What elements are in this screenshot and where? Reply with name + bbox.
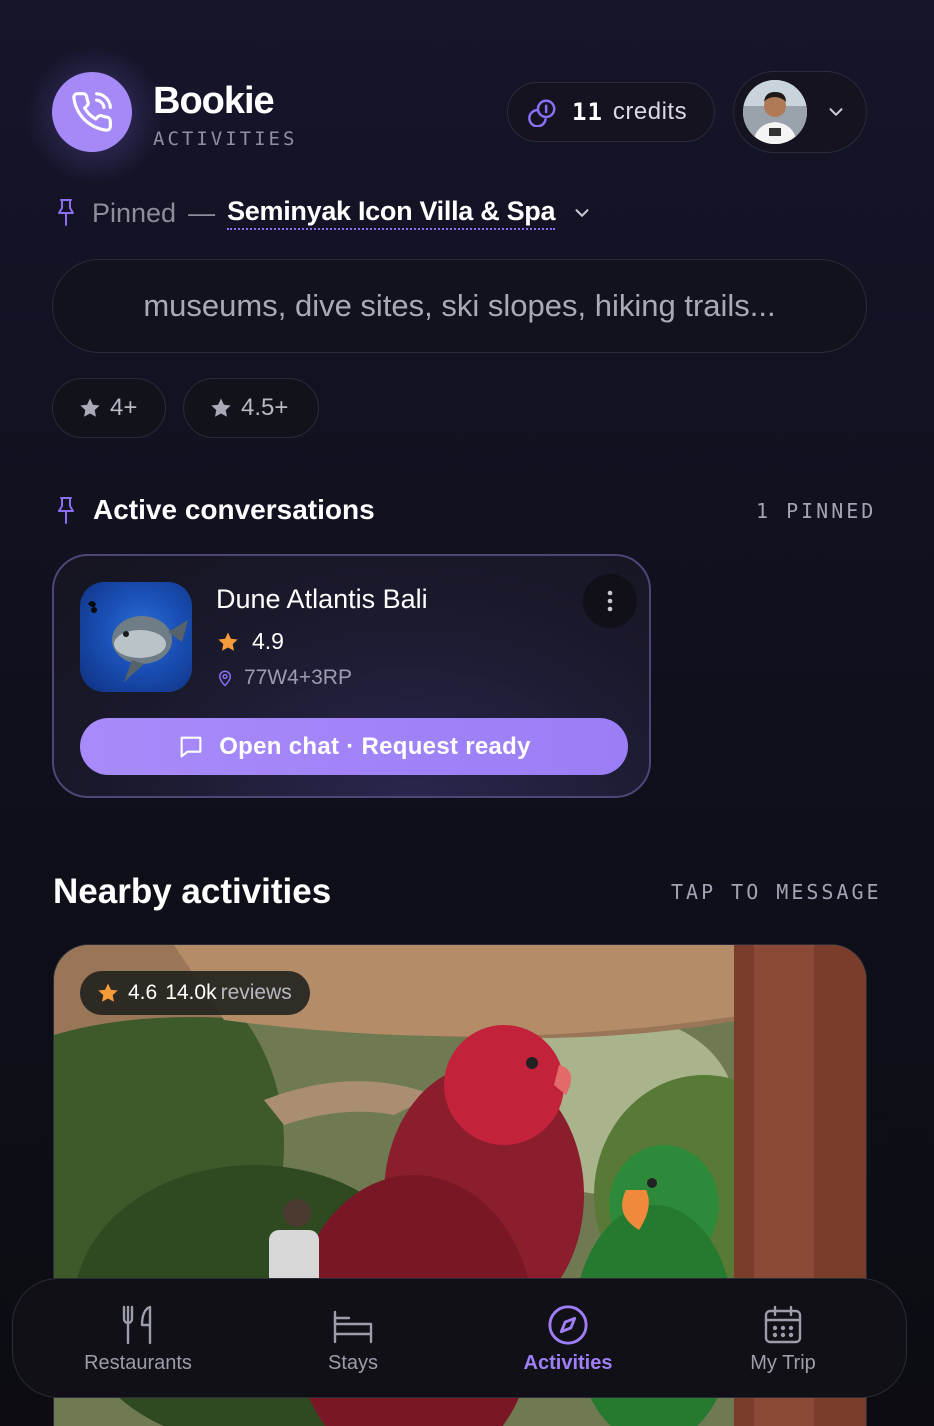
chevron-down-icon (829, 108, 843, 116)
profile-menu-button[interactable] (733, 71, 867, 153)
pinned-dash: — (188, 197, 216, 228)
tab-restaurants[interactable]: Restaurants (28, 1279, 248, 1399)
open-chat-button[interactable]: Open chat · Request ready (80, 718, 628, 775)
bottom-tab-bar: Restaurants Stays Activities My Trip (12, 1278, 907, 1398)
tab-activities[interactable]: Activities (458, 1279, 678, 1399)
star-icon (218, 632, 238, 651)
pinned-hotel-selector[interactable]: Pinned — Seminyak Icon Villa & Spa (54, 196, 593, 230)
rating-value: 4.9 (252, 628, 284, 654)
credits-count: 11 (572, 98, 603, 126)
star-icon (98, 983, 118, 1002)
pin-icon (58, 199, 74, 226)
conversation-rating: 4.9 (216, 628, 284, 655)
tab-my-trip[interactable]: My Trip (673, 1279, 893, 1399)
nearby-activities-title: Nearby activities (53, 872, 332, 911)
pinned-hotel-name[interactable]: Seminyak Icon Villa & Spa (227, 196, 556, 230)
tab-label: Activities (523, 1351, 613, 1374)
tab-stays[interactable]: Stays (243, 1279, 463, 1399)
brand: Bookie ACTIVITIES (153, 80, 297, 150)
tab-label: My Trip (750, 1351, 816, 1374)
filter-label: 4+ (110, 394, 138, 421)
more-vertical-icon (607, 590, 613, 612)
app-logo[interactable] (52, 72, 132, 152)
active-conversations-title: Active conversations (93, 494, 375, 525)
rating-badge: 4.6 14.0k reviews (80, 971, 310, 1015)
credits-button[interactable]: 11 credits (507, 82, 715, 142)
chat-bubble-icon (180, 736, 202, 757)
pinned-count: 1 PINNED (756, 499, 877, 523)
utensils-icon (122, 1305, 152, 1344)
open-chat-label: Open chat · Request ready (219, 732, 531, 760)
app-name: Bookie (153, 80, 275, 122)
phone-ring-icon (72, 92, 112, 132)
conversation-name: Dune Atlantis Bali (216, 584, 428, 614)
conversation-location: 77W4+3RP (216, 666, 352, 690)
bed-icon (333, 1310, 373, 1343)
compass-icon (548, 1304, 588, 1345)
tap-to-message-hint: TAP TO MESSAGE (671, 880, 882, 904)
conversation-card[interactable]: Dune Atlantis Bali 4.9 77W4+3RP Open cha… (52, 554, 651, 798)
tab-label: Stays (327, 1351, 379, 1374)
pin-icon (58, 497, 74, 524)
filter-chip-4-plus[interactable]: 4+ (52, 378, 166, 438)
review-count: 14.0k (165, 981, 217, 1004)
conversation-thumbnail (80, 582, 192, 692)
map-pin-icon (218, 670, 232, 687)
coins-icon (528, 99, 556, 127)
tab-label: Restaurants (84, 1351, 192, 1374)
filter-chip-4-5-plus[interactable]: 4.5+ (183, 378, 319, 438)
star-icon (211, 398, 231, 417)
location-code: 77W4+3RP (244, 666, 352, 689)
star-icon (80, 398, 100, 417)
credits-label: credits (612, 98, 688, 125)
search-input[interactable]: museums, dive sites, ski slopes, hiking … (52, 259, 867, 353)
user-avatar (743, 80, 807, 144)
filter-label: 4.5+ (241, 394, 289, 421)
calendar-icon (764, 1305, 802, 1343)
pinned-prefix: Pinned (92, 197, 177, 228)
more-options-button[interactable] (583, 574, 637, 628)
rating-value: 4.6 (128, 981, 158, 1004)
chevron-down-icon (575, 209, 589, 217)
reviews-label: reviews (220, 981, 292, 1004)
app-section: ACTIVITIES (153, 128, 298, 150)
